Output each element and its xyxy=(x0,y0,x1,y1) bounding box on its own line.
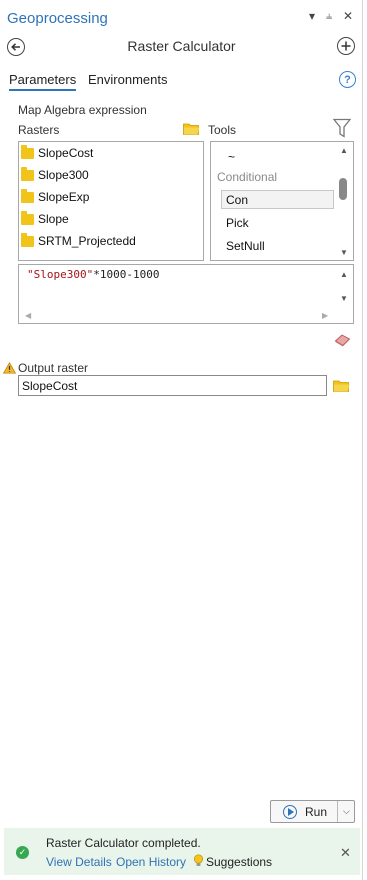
eraser-icon[interactable] xyxy=(334,333,351,350)
expr-scroll-down-icon[interactable]: ▼ xyxy=(340,294,348,303)
raster-folder-icon xyxy=(21,232,34,247)
raster-folder-icon xyxy=(21,166,34,181)
plus-icon xyxy=(341,41,351,51)
tools-scrollbar-thumb[interactable] xyxy=(339,178,347,200)
tool-item-pick[interactable]: Pick xyxy=(226,216,249,230)
tool-item-tilde[interactable]: ~ xyxy=(228,150,235,164)
clear-expression-icon xyxy=(334,334,351,347)
browse-output-icon[interactable] xyxy=(333,379,350,395)
warning-icon xyxy=(2,362,17,377)
tool-item-setnull[interactable]: SetNull xyxy=(226,239,265,253)
open-history-link[interactable]: Open History xyxy=(116,855,186,869)
run-divider xyxy=(337,801,338,822)
add-icon[interactable] xyxy=(337,37,355,55)
success-check-icon: ✓ xyxy=(16,846,29,859)
tools-scroll-up-icon[interactable]: ▲ xyxy=(340,146,348,155)
output-raster-label: Output raster xyxy=(18,361,89,375)
tool-item-con[interactable]: Con xyxy=(226,193,248,207)
filter-icon[interactable] xyxy=(332,118,352,141)
run-label: Run xyxy=(305,804,328,819)
pane-title: Geoprocessing xyxy=(7,10,108,27)
map-algebra-label: Map Algebra expression xyxy=(18,103,147,117)
tab-parameters[interactable]: Parameters xyxy=(9,72,77,91)
tab-environments[interactable]: Environments xyxy=(88,72,167,87)
status-message: Raster Calculator completed. xyxy=(46,836,201,850)
list-item[interactable]: Slope300 xyxy=(21,164,89,186)
list-item[interactable]: SRTM_Projectedd xyxy=(21,230,136,252)
tools-label: Tools xyxy=(208,123,237,137)
lightbulb-icon xyxy=(193,854,204,871)
expression-text[interactable]: "Slope300"*1000-1000 xyxy=(27,268,159,281)
browse-rasters-icon[interactable] xyxy=(183,122,200,138)
list-item[interactable]: Slope xyxy=(21,208,69,230)
list-item[interactable]: SlopeExp xyxy=(21,186,89,208)
list-item[interactable]: SlopeCost xyxy=(21,142,93,164)
suggestions-link[interactable]: Suggestions xyxy=(206,855,272,869)
expr-scroll-left-icon[interactable]: ◀ xyxy=(25,311,31,320)
expr-scroll-up-icon[interactable]: ▲ xyxy=(340,270,348,279)
view-details-link[interactable]: View Details xyxy=(46,855,112,869)
raster-folder-icon xyxy=(21,188,34,203)
run-play-icon xyxy=(283,804,297,819)
tool-title: Raster Calculator xyxy=(127,38,236,54)
expr-scroll-right-icon[interactable]: ▶ xyxy=(322,311,328,320)
pane-menu-icon[interactable]: ▾ xyxy=(309,9,315,23)
raster-folder-icon xyxy=(21,210,34,225)
raster-folder-icon xyxy=(21,144,34,159)
run-options-chevron-icon[interactable]: ⌵ xyxy=(343,806,350,817)
funnel-icon xyxy=(332,118,352,138)
close-pane-icon[interactable]: ✕ xyxy=(343,9,353,23)
folder-icon xyxy=(333,380,350,392)
folder-icon xyxy=(183,123,200,135)
pin-icon[interactable]: ⫨ xyxy=(326,10,332,23)
rasters-label: Rasters xyxy=(18,123,60,137)
output-raster-input[interactable]: SlopeCost xyxy=(18,375,327,396)
tools-scroll-down-icon[interactable]: ▼ xyxy=(340,248,348,257)
close-status-icon[interactable]: ✕ xyxy=(340,845,351,861)
help-icon[interactable]: ? xyxy=(339,71,356,88)
tool-category-conditional: Conditional xyxy=(217,170,278,184)
